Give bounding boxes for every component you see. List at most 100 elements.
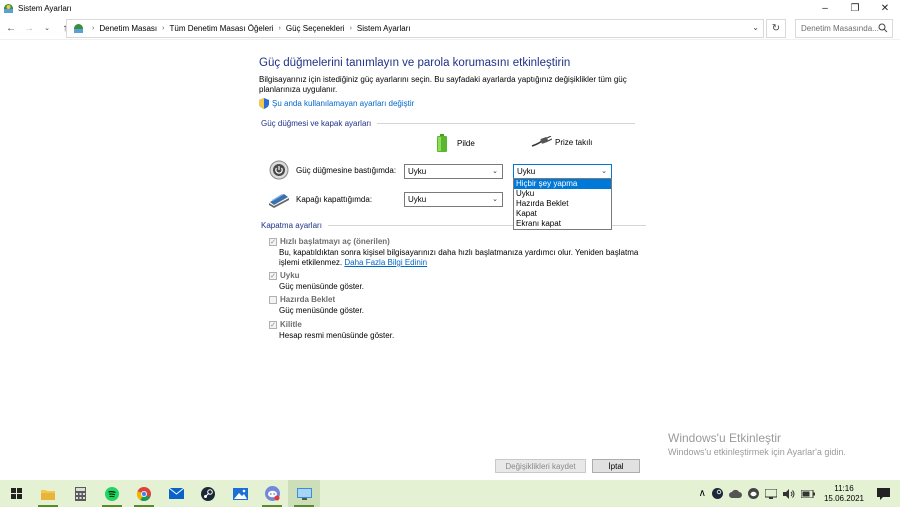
save-button[interactable]: Değişiklikleri kaydet (495, 459, 586, 473)
discord-tray-icon[interactable] (747, 488, 759, 499)
forward-arrow-icon[interactable]: → (22, 21, 36, 35)
lid-row-label: Kapağı kapattığımda: (268, 190, 372, 208)
taskbar-control-panel[interactable] (288, 480, 320, 507)
laptop-lid-icon (269, 194, 289, 208)
chevron-right-icon: › (92, 25, 95, 32)
battery-column-header: Pilde (436, 134, 475, 152)
chrome-icon (137, 486, 151, 501)
plugged-column-label: Prize takılı (555, 137, 593, 147)
dropdown-option[interactable]: Kapat (514, 209, 611, 219)
minimize-button[interactable]: – (810, 0, 840, 16)
refresh-button[interactable]: ↻ (766, 19, 786, 38)
discord-icon (264, 486, 280, 501)
change-settings-link-text[interactable]: Şu anda kullanılamayan ayarları değiştir (272, 99, 414, 108)
control-panel-icon (74, 24, 83, 33)
taskbar-file-explorer[interactable] (32, 480, 64, 507)
chevron-down-icon: ⌄ (492, 168, 498, 175)
power-section-heading: Güç düğmesi ve kapak ayarları (261, 119, 636, 128)
lid-label: Kapağı kapattığımda: (296, 194, 373, 204)
taskbar-photos[interactable] (224, 480, 256, 507)
taskbar: ∧ 11:16 15.06.2021 (0, 480, 900, 507)
fast-startup-checkbox[interactable]: ✓ (269, 237, 277, 246)
power-plug-icon (531, 136, 552, 147)
title-bar: Sistem Ayarları – ❐ ✕ (0, 0, 900, 16)
battery-column-label: Pilde (457, 138, 475, 148)
battery-tray-icon[interactable] (800, 489, 815, 498)
taskbar-chrome[interactable] (128, 480, 160, 507)
dropdown-option[interactable]: Hiçbir şey yapma (514, 179, 611, 189)
system-tray: ∧ 11:16 15.06.2021 (696, 480, 900, 507)
recent-chevron-icon[interactable]: ⌄ (40, 21, 54, 35)
display-icon[interactable] (764, 488, 777, 499)
lock-checkbox-row[interactable]: ✓ Kilitle (269, 320, 302, 329)
chevron-down-icon: ⌄ (601, 168, 607, 175)
onedrive-icon[interactable] (728, 489, 742, 498)
start-button[interactable] (0, 480, 32, 507)
power-button-label: Güç düğmesine bastığımda: (296, 165, 397, 175)
back-arrow-icon[interactable]: ← (4, 21, 18, 35)
control-panel-icon (4, 3, 13, 13)
search-input[interactable]: Denetim Masasında... (795, 19, 893, 38)
chevron-down-icon: ⌄ (492, 196, 498, 203)
hibernate-label: Hazırda Beklet (280, 295, 336, 304)
cancel-button[interactable]: İptal (592, 459, 640, 473)
mail-icon (168, 488, 184, 499)
hibernate-description: Güç menüsünde göster. (279, 306, 364, 315)
clock-date: 15.06.2021 (823, 493, 864, 503)
dropdown-option[interactable]: Uyku (514, 189, 611, 199)
address-box[interactable]: › Denetim Masası › Tüm Denetim Masası Öğ… (66, 19, 764, 38)
clock-time: 11:16 (834, 483, 854, 493)
uac-shield-icon (259, 98, 269, 109)
sleep-label: Uyku (280, 271, 300, 280)
power-section-title: Güç düğmesi ve kapak ayarları (261, 119, 372, 128)
spotify-icon (105, 486, 119, 501)
tray-overflow-chevron-icon[interactable]: ∧ (699, 488, 706, 499)
chevron-down-icon[interactable]: ⌄ (752, 23, 759, 32)
volume-icon[interactable] (782, 488, 795, 499)
learn-more-link[interactable]: Daha Fazla Bilgi Edinin (344, 258, 427, 267)
chevron-right-icon: › (278, 25, 281, 32)
main-content: Güç düğmelerini tanımlayın ve parola kor… (0, 41, 900, 473)
fast-startup-checkbox-row[interactable]: ✓ Hızlı başlatmayı aç (önerilen) (269, 237, 390, 246)
power-button-plugged-value: Uyku (517, 167, 536, 176)
fast-startup-desc-text: Bu, kapatıldıktan sonra kişisel bilgisay… (279, 248, 639, 267)
sleep-description: Güç menüsünde göster. (279, 282, 364, 291)
address-bar-row: ← → ⌄ ↑ › Denetim Masası › Tüm Denetim M… (0, 17, 900, 40)
taskbar-mail[interactable] (160, 480, 192, 507)
fast-startup-label: Hızlı başlatmayı aç (önerilen) (280, 237, 390, 246)
plugged-column-header: Prize takılı (530, 136, 592, 148)
lid-battery-value: Uyku (408, 195, 427, 204)
hibernate-checkbox[interactable] (269, 295, 277, 304)
chevron-right-icon: › (162, 25, 165, 32)
lock-checkbox[interactable]: ✓ (269, 320, 277, 329)
close-button[interactable]: ✕ (870, 0, 900, 16)
taskbar-calculator[interactable] (64, 480, 96, 507)
breadcrumb-item[interactable]: Denetim Masası (99, 24, 157, 33)
power-button-plugged-select[interactable]: Uyku ⌄ (513, 164, 612, 179)
search-icon (878, 23, 888, 33)
sleep-checkbox-row[interactable]: ✓ Uyku (269, 271, 300, 280)
shutdown-section-title: Kapatma ayarları (261, 221, 322, 230)
maximize-button[interactable]: ❐ (840, 0, 870, 16)
clock[interactable]: 11:16 15.06.2021 (824, 484, 864, 504)
taskbar-spotify[interactable] (96, 480, 128, 507)
dropdown-option[interactable]: Ekranı kapat (514, 219, 611, 229)
dropdown-option[interactable]: Hazırda Beklet (514, 199, 611, 209)
window-controls: – ❐ ✕ (810, 0, 900, 16)
page-title: Güç düğmelerini tanımlayın ve parola kor… (259, 57, 571, 69)
fast-startup-description: Bu, kapatıldıktan sonra kişisel bilgisay… (279, 248, 639, 268)
breadcrumb-item[interactable]: Sistem Ayarları (357, 24, 411, 33)
lid-battery-select[interactable]: Uyku ⌄ (404, 192, 503, 207)
notifications-icon[interactable] (877, 487, 890, 500)
change-settings-link[interactable]: Şu anda kullanılamayan ayarları değiştir (259, 98, 414, 109)
watermark-subtitle: Windows'u etkinleştirmek için Ayarlar'a … (668, 447, 846, 457)
power-button-battery-select[interactable]: Uyku ⌄ (404, 164, 503, 179)
taskbar-discord[interactable] (256, 480, 288, 507)
steam-tray-icon[interactable] (711, 488, 723, 499)
hibernate-checkbox-row[interactable]: Hazırda Beklet (269, 295, 335, 304)
power-button-battery-value: Uyku (408, 167, 427, 176)
breadcrumb-item[interactable]: Güç Seçenekleri (286, 24, 345, 33)
taskbar-steam[interactable] (192, 480, 224, 507)
sleep-checkbox[interactable]: ✓ (269, 271, 277, 280)
breadcrumb-item[interactable]: Tüm Denetim Masası Öğeleri (169, 24, 273, 33)
